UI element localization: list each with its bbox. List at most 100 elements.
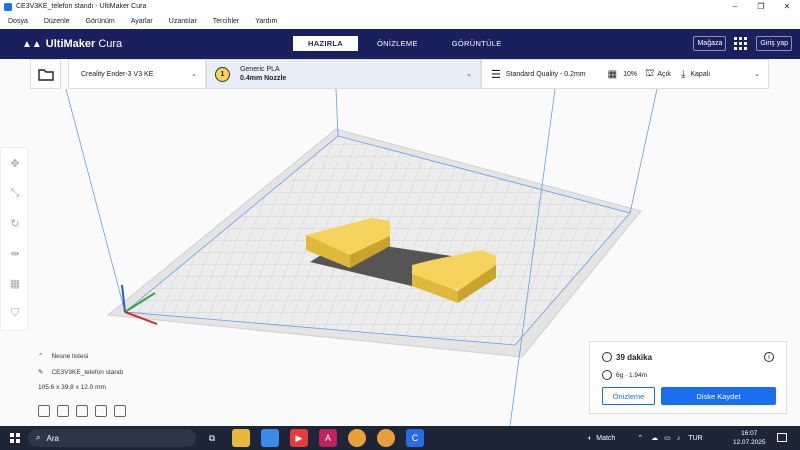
app-a-icon[interactable]: A [319, 429, 337, 447]
tab-prepare[interactable]: HAZIRLA [293, 36, 359, 51]
mirror-tool-icon[interactable]: ⇹ [1, 238, 29, 268]
support-blocker-icon[interactable]: ⛉ [1, 298, 29, 328]
nozzle-size: 0.4mm Nozzle [240, 75, 287, 82]
tab-preview[interactable]: ÖNİZLEME [362, 36, 433, 51]
infill-value: 10% [623, 70, 638, 78]
minimize-button[interactable]: – [722, 0, 748, 13]
tray-chevron-icon[interactable]: ⌃ [637, 434, 643, 442]
3d-view-icon[interactable] [38, 405, 50, 417]
marketplace-button[interactable]: Mağaza [693, 36, 727, 51]
move-tool-icon[interactable]: ✥ [1, 148, 29, 178]
scale-tool-icon[interactable]: ⤡ [1, 178, 29, 208]
pencil-icon[interactable]: ✎ [38, 368, 43, 376]
menu-settings[interactable]: Ayarlar [131, 18, 153, 25]
left-toolbar: ✥ ⤡ ↻ ⇹ ▦ ⛉ [0, 147, 28, 331]
chevron-up-icon: ⌃ [38, 353, 44, 360]
object-name[interactable]: CE3V3KE_telefon standı [51, 369, 123, 376]
rotate-tool-icon[interactable]: ↻ [1, 208, 29, 238]
app-header: ▲▲ UltiMaker Cura HAZIRLA ÖNİZLEME GÖRÜN… [0, 29, 800, 59]
menu-preferences[interactable]: Tercihler [213, 18, 239, 25]
chrome-profile-icon[interactable] [377, 429, 395, 447]
notification-icon[interactable] [777, 433, 787, 442]
printer-name: Creality Ender-3 V3 KE [81, 70, 154, 78]
ultimaker-mark-icon: ▲▲ [22, 38, 42, 50]
stage-tabs: HAZIRLA ÖNİZLEME GÖRÜNTÜLE [293, 36, 521, 51]
brand-name: UltiMaker [45, 38, 96, 50]
brand-suffix: Cura [98, 38, 123, 50]
signin-button[interactable]: Giriş yap [756, 36, 792, 51]
window-title: CE3V3KE_telefon standı - UltiMaker Cura [16, 3, 147, 10]
material-selector[interactable]: 1 Generic PLA 0.4mm Nozzle ⌄ [206, 59, 481, 89]
right-view-icon[interactable] [114, 405, 126, 417]
maximize-button[interactable]: ❐ [748, 0, 774, 13]
per-model-settings-icon[interactable]: ▦ [1, 268, 29, 298]
build-volume-edge [65, 88, 126, 313]
extruder-badge: 1 [215, 66, 230, 82]
object-list-toggle[interactable]: ⌃ Nesne listesi [38, 352, 123, 361]
task-view-icon[interactable]: ⧉ [203, 429, 221, 447]
folder-icon [37, 68, 54, 81]
search-placeholder: Ara [46, 433, 59, 443]
taskbar-clock[interactable]: 16:07 12.07.2025 [733, 429, 766, 447]
weather-text[interactable]: Match [596, 435, 615, 442]
taskbar-search[interactable]: ⌕ Ara [28, 429, 196, 447]
info-icon[interactable]: i [764, 352, 774, 362]
support-value: Açık [657, 70, 671, 78]
menu-extensions[interactable]: Uzantılar [169, 18, 197, 25]
material-name: Generic PLA [240, 66, 280, 73]
onedrive-icon[interactable]: ☁ [651, 434, 658, 442]
youtube-icon[interactable]: ▶ [290, 429, 308, 447]
volume-icon[interactable]: ♪ [677, 435, 681, 442]
title-bar: CE3V3KE_telefon standı - UltiMaker Cura … [0, 0, 800, 13]
preview-button[interactable]: Önizleme [602, 387, 655, 405]
menu-bar: Dosya Düzenle Görünüm Ayarlar Uzantılar … [0, 14, 800, 28]
menu-view[interactable]: Görünüm [86, 18, 115, 25]
object-list-header: Nesne listesi [51, 352, 89, 360]
close-button[interactable]: ✕ [774, 0, 800, 13]
tab-monitor[interactable]: GÖRÜNTÜLE [437, 36, 517, 51]
object-list: ⌃ Nesne listesi ✎ CE3V3KE_telefon standı… [38, 352, 123, 399]
print-summary-panel: 39 dakika i 6g · 1.94m Önizleme Diske Ka… [589, 341, 787, 414]
material-usage: 6g · 1.94m [616, 371, 648, 379]
language-indicator[interactable]: TUR [688, 435, 702, 442]
menu-help[interactable]: Yardım [255, 18, 277, 25]
store-icon[interactable] [261, 429, 279, 447]
cura-app-icon [4, 2, 12, 11]
sliders-icon: ☰ [491, 68, 501, 81]
file-explorer-icon[interactable] [232, 429, 250, 447]
clock-time: 16:07 [741, 430, 758, 437]
quality-profile: Standard Quality - 0.2mm [505, 70, 586, 78]
infill-icon: ▦ [607, 68, 618, 80]
chevron-down-icon: ⌄ [754, 71, 760, 78]
apps-grid-icon[interactable] [734, 36, 748, 51]
left-view-icon[interactable] [95, 405, 107, 417]
cura-taskbar-icon[interactable]: C [406, 429, 424, 447]
front-view-icon[interactable] [57, 405, 69, 417]
spool-icon [602, 370, 612, 380]
clock-icon [602, 352, 612, 362]
print-settings-selector[interactable]: ☰ Standard Quality - 0.2mm ▦ 10% ⛫ Açık … [481, 59, 769, 89]
adhesion-icon: ⤓ [680, 68, 686, 80]
object-dimensions: 105.6 x 39.8 x 12.0 mm [38, 384, 106, 391]
weather-icon: ◐ [588, 434, 593, 442]
system-tray: ◐ Match ⌃ ☁ ▭ ♪ TUR [588, 426, 703, 450]
clock-date: 12.07.2025 [733, 439, 766, 446]
save-to-disk-button[interactable]: Diske Kaydet [661, 387, 776, 405]
search-icon: ⌕ [36, 433, 41, 442]
windows-taskbar: ⌕ Ara ⧉ ▶ A C ◐ Match ⌃ ☁ ▭ ♪ TUR 16:07 … [0, 426, 800, 450]
support-icon: ⛫ [645, 67, 655, 79]
battery-icon[interactable]: ▭ [664, 434, 671, 442]
window-controls: – ❐ ✕ [722, 0, 800, 13]
chevron-down-icon: ⌄ [466, 71, 472, 78]
header-actions: Mağaza Giriş yap [693, 36, 792, 51]
menu-file[interactable]: Dosya [8, 18, 28, 25]
start-button-icon[interactable] [10, 433, 20, 443]
menu-edit[interactable]: Düzenle [44, 18, 70, 25]
chrome-icon[interactable] [348, 429, 366, 447]
adhesion-value: Kapalı [690, 70, 711, 78]
top-view-icon[interactable] [76, 405, 88, 417]
printer-selector[interactable]: Creality Ender-3 V3 KE ⌄ [68, 59, 206, 89]
ultimaker-logo: ▲▲ UltiMaker Cura [22, 38, 122, 50]
camera-view-buttons [38, 405, 133, 417]
open-file-button[interactable] [30, 59, 61, 89]
